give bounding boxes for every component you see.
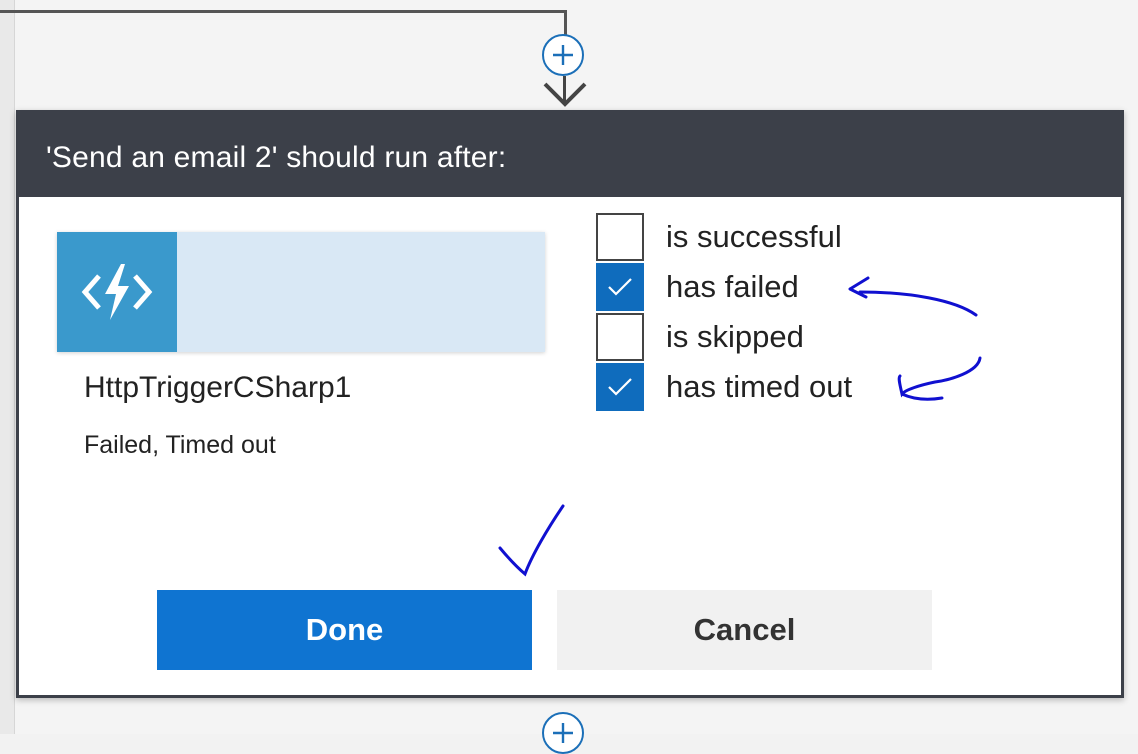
azure-function-icon — [81, 264, 153, 320]
condition-has-failed[interactable]: has failed — [596, 262, 799, 312]
condition-has-timed-out[interactable]: has timed out — [596, 362, 852, 412]
condition-is-skipped[interactable]: is skipped — [596, 312, 804, 362]
checkbox-has-timed-out[interactable] — [596, 363, 644, 411]
condition-label: is skipped — [666, 319, 804, 354]
action-icon-box — [57, 232, 177, 352]
dialog-header: 'Send an email 2' should run after: — [19, 113, 1121, 197]
action-name: HttpTriggerCSharp1 — [84, 371, 352, 404]
insert-step-button-bottom[interactable] — [542, 712, 584, 754]
flow-connector-line — [0, 10, 567, 13]
plus-icon — [553, 723, 573, 743]
condition-is-successful[interactable]: is successful — [596, 212, 842, 262]
action-status: Failed, Timed out — [84, 431, 276, 459]
cancel-button[interactable]: Cancel — [557, 590, 932, 670]
checkbox-has-failed[interactable] — [596, 263, 644, 311]
checkmark-icon — [608, 278, 632, 296]
arrow-down-icon — [543, 82, 587, 107]
run-after-dialog: 'Send an email 2' should run after: Http… — [16, 110, 1124, 698]
insert-step-button[interactable] — [542, 34, 584, 76]
done-button[interactable]: Done — [157, 590, 532, 670]
condition-label: has failed — [666, 269, 799, 304]
condition-label: has timed out — [666, 369, 853, 404]
condition-label: is successful — [666, 219, 842, 254]
canvas-left-edge — [0, 0, 15, 734]
action-card[interactable] — [57, 232, 545, 352]
checkbox-is-skipped[interactable] — [596, 313, 644, 361]
dialog-title: 'Send an email 2' should run after: — [46, 141, 507, 174]
plus-icon — [553, 45, 573, 65]
checkmark-icon — [608, 378, 632, 396]
checkbox-is-successful[interactable] — [596, 213, 644, 261]
